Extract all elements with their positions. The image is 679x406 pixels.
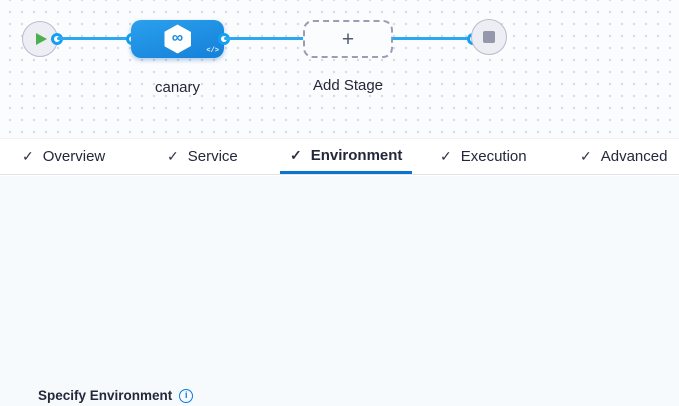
add-stage-button[interactable]: + — [303, 20, 393, 58]
pipeline-canvas[interactable]: ∞ </> + canary Add Stage — [0, 0, 679, 138]
deploy-stage-icon: ∞ — [164, 25, 191, 54]
plus-icon: + — [342, 29, 354, 50]
specify-environment-label: Specify Environment — [38, 388, 172, 403]
check-icon: ✓ — [167, 148, 179, 165]
code-icon: </> — [206, 47, 219, 55]
play-icon — [36, 33, 47, 45]
tab-label: Advanced — [601, 148, 668, 165]
tab-environment[interactable]: ✓ Environment — [280, 139, 412, 174]
specify-environment-row: Specify Environment i — [38, 388, 193, 403]
check-icon: ✓ — [580, 148, 592, 165]
tab-label: Environment — [311, 147, 403, 164]
pipeline-end-node[interactable] — [471, 19, 507, 55]
pipeline-edge — [392, 37, 473, 40]
stage-node-canary[interactable]: ∞ </> — [131, 20, 224, 58]
pipeline-edge — [224, 37, 304, 40]
add-stage-label: Add Stage — [303, 77, 393, 94]
tab-label: Overview — [43, 148, 106, 165]
tab-execution[interactable]: ✓ Execution — [430, 139, 537, 174]
tab-label: Execution — [461, 148, 527, 165]
tab-service[interactable]: ✓ Service — [157, 139, 248, 174]
infinity-icon: ∞ — [172, 31, 183, 47]
stage-tabs: ✓ Overview ✓ Service ✓ Environment ✓ Exe… — [0, 138, 679, 175]
tab-advanced[interactable]: ✓ Advanced — [570, 139, 677, 174]
environment-tab-panel: Specify Environment i Σx ‹ Back Continue… — [0, 176, 679, 406]
tab-label: Service — [188, 148, 238, 165]
stage-name-label: canary — [131, 79, 224, 96]
check-icon: ✓ — [290, 147, 302, 164]
tab-overview[interactable]: ✓ Overview — [12, 139, 115, 174]
stop-icon — [483, 31, 495, 43]
info-icon[interactable]: i — [179, 389, 193, 403]
pipeline-edge — [57, 37, 132, 40]
check-icon: ✓ — [22, 148, 34, 165]
pipeline-stage-editor: ∞ </> + canary Add Stage ✓ Overview ✓ Se… — [0, 0, 679, 406]
check-icon: ✓ — [440, 148, 452, 165]
